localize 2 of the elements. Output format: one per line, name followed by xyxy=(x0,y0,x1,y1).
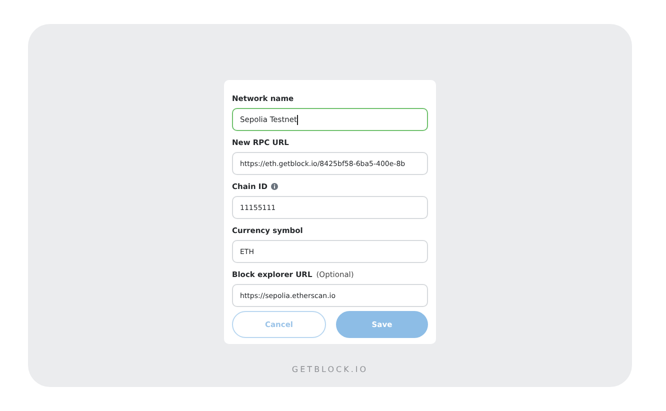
info-icon[interactable] xyxy=(271,182,278,190)
footer-logo-text: GETBLOCK.IO xyxy=(292,365,368,374)
